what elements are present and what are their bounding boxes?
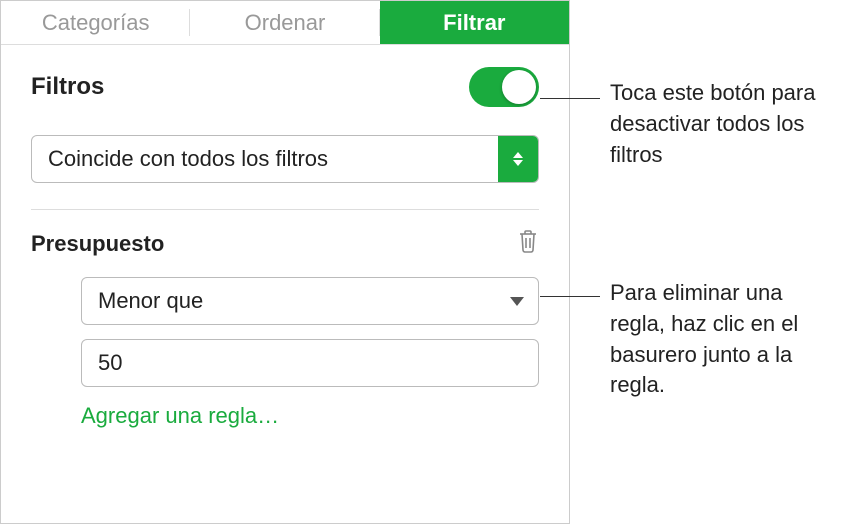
tab-filter-label: Filtrar: [443, 10, 505, 36]
delete-rule-button[interactable]: [517, 228, 539, 259]
match-mode-label: Coincide con todos los filtros: [32, 136, 498, 182]
tab-categories[interactable]: Categorías: [1, 1, 190, 44]
tab-filter[interactable]: Filtrar: [380, 1, 569, 44]
rule-value-input[interactable]: [81, 339, 539, 387]
filters-heading: Filtros: [31, 73, 104, 101]
tab-sort[interactable]: Ordenar: [190, 1, 379, 44]
chevron-down-icon: [510, 297, 524, 306]
match-mode-select[interactable]: Coincide con todos los filtros: [31, 135, 539, 183]
tab-sort-label: Ordenar: [245, 10, 326, 36]
tab-categories-label: Categorías: [42, 10, 150, 36]
tab-bar: Categorías Ordenar Filtrar: [1, 1, 569, 45]
callout-toggle: Toca este botón para desactivar todos lo…: [610, 78, 840, 170]
divider: [31, 209, 539, 210]
callout-trash: Para eliminar una regla, haz clic en el …: [610, 278, 840, 401]
filter-content: Filtros Coincide con todos los filtros P…: [1, 45, 569, 451]
rule-operator-label: Menor que: [98, 288, 203, 314]
callout-line: [540, 296, 600, 297]
trash-icon: [517, 228, 539, 254]
rule-column-name: Presupuesto: [31, 231, 164, 257]
callout-line: [540, 98, 600, 99]
filters-toggle[interactable]: [469, 67, 539, 107]
toggle-knob: [502, 70, 536, 104]
rule-operator-select[interactable]: Menor que: [81, 277, 539, 325]
add-rule-button[interactable]: Agregar una regla…: [81, 403, 539, 429]
callouts: Toca este botón para desactivar todos lo…: [570, 0, 846, 524]
dropdown-icon: [498, 136, 538, 182]
filter-panel: Categorías Ordenar Filtrar Filtros Coinc…: [0, 0, 570, 524]
